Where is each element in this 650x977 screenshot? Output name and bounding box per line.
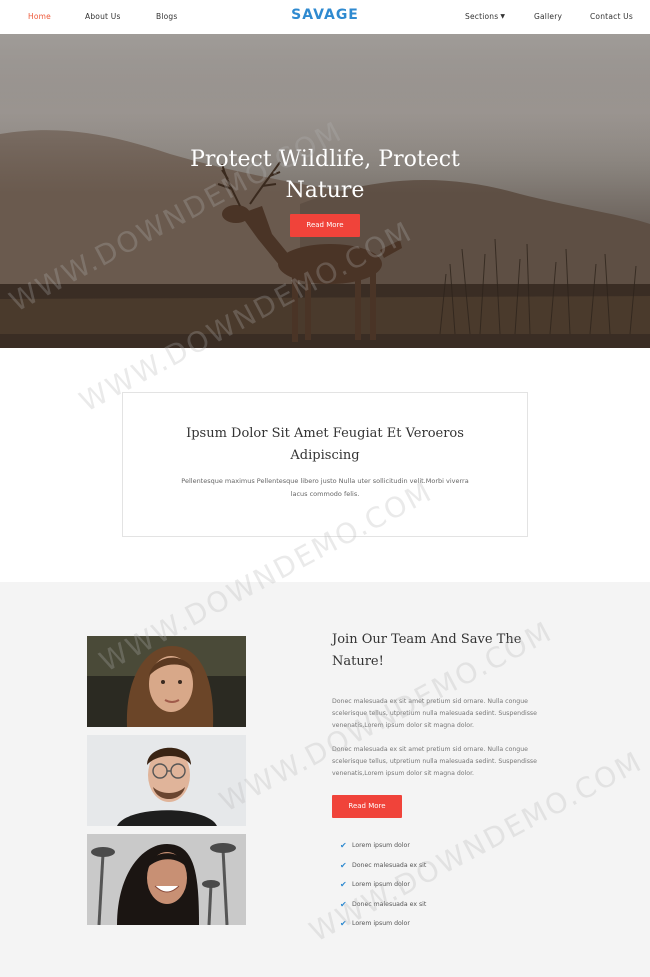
nav-sections-label: Sections <box>465 12 499 21</box>
feature-checklist: ✔ Lorem ipsum dolor ✔ Donec malesuada ex s… <box>340 836 426 934</box>
list-item-label: Lorem ipsum dolor <box>352 842 410 850</box>
team-para2-line2: scelerisque tellus, utpretium nulla male… <box>332 758 537 765</box>
team-title-line1: Join Our Team And Save The <box>332 632 522 647</box>
hero-banner: Protect Wildlife, Protect Nature Read Mo… <box>0 34 650 348</box>
check-icon: ✔ <box>340 860 347 870</box>
team-section: Join Our Team And Save The Nature! Donec… <box>0 582 650 977</box>
chevron-down-icon: ▼ <box>500 13 506 20</box>
team-photo-woman <box>87 636 246 727</box>
check-icon: ✔ <box>340 899 347 909</box>
intro-title-line1: Ipsum Dolor Sit Amet Feugiat Et Veroeros <box>186 426 464 441</box>
hero-title-line2: Nature <box>285 178 365 203</box>
team-paragraph-2: Donec malesuada ex sit amet pretium sid … <box>332 744 577 780</box>
intro-text-line2: lacus commodo felis. <box>290 490 360 498</box>
hero-title: Protect Wildlife, Protect Nature <box>0 144 650 206</box>
check-icon: ✔ <box>340 880 347 890</box>
nav-sections-dropdown[interactable]: Sections ▼ <box>465 12 505 21</box>
team-para1-line1: Donec malesuada ex sit amet pretium sid … <box>332 698 528 705</box>
list-item: ✔ Donec malesuada ex sit <box>340 895 426 915</box>
check-icon: ✔ <box>340 841 347 851</box>
intro-text-line1: Pellentesque maximus Pellentesque libero… <box>181 477 469 485</box>
intro-text: Pellentesque maximus Pellentesque libero… <box>153 475 497 501</box>
team-para1-line3: venenatis,Lorem ipsum dolor sit magna do… <box>332 722 475 729</box>
list-item: ✔ Lorem ipsum dolor <box>340 836 426 856</box>
team-paragraph-1: Donec malesuada ex sit amet pretium sid … <box>332 696 577 732</box>
list-item: ✔ Lorem ipsum dolor <box>340 914 426 934</box>
team-para1-line2: scelerisque tellus, utpretium nulla male… <box>332 710 537 717</box>
list-item-label: Donec malesuada ex sit <box>352 861 427 869</box>
team-title: Join Our Team And Save The Nature! <box>332 629 572 673</box>
list-item-label: Lorem ipsum dolor <box>352 881 410 889</box>
team-read-more-button[interactable]: Read More <box>332 795 402 818</box>
hero-read-more-button[interactable]: Read More <box>290 214 360 237</box>
intro-card: Ipsum Dolor Sit Amet Feugiat Et Veroeros… <box>122 392 528 537</box>
nav-gallery-link[interactable]: Gallery <box>534 12 562 21</box>
top-navbar: Home About Us Blogs SAVAGE Sections ▼ Gal… <box>0 0 650 34</box>
list-item-label: Lorem ipsum dolor <box>352 920 410 928</box>
hero-title-line1: Protect Wildlife, Protect <box>190 147 460 172</box>
team-photo-smiling-woman <box>87 834 246 925</box>
nav-contact-link[interactable]: Contact Us <box>590 12 633 21</box>
team-para2-line1: Donec malesuada ex sit amet pretium sid … <box>332 746 528 753</box>
team-photo-man <box>87 735 246 826</box>
intro-title-line2: Adipiscing <box>290 448 360 463</box>
check-icon: ✔ <box>340 919 347 929</box>
list-item: ✔ Lorem ipsum dolor <box>340 875 426 895</box>
team-para2-line3: venenatis,Lorem ipsum dolor sit magna do… <box>332 770 475 777</box>
list-item-label: Donec malesuada ex sit <box>352 900 427 908</box>
intro-title: Ipsum Dolor Sit Amet Feugiat Et Veroeros… <box>123 423 527 467</box>
list-item: ✔ Donec malesuada ex sit <box>340 856 426 876</box>
team-title-line2: Nature! <box>332 654 384 669</box>
